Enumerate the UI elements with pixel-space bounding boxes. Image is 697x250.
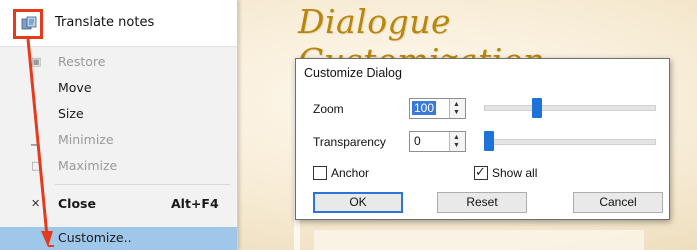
zoom-spinbox[interactable]: 100 ▲ ▼ [409,98,466,119]
menu-item-minimize[interactable]: ▁ Minimize [0,129,237,151]
menu-item-move[interactable]: Move [0,77,237,99]
menu-item-maximize[interactable]: □ Maximize [0,155,237,177]
spin-down-icon[interactable]: ▼ [453,109,460,117]
zoom-value: 100 [412,101,437,115]
zoom-slider-track[interactable] [484,105,656,111]
reset-button[interactable]: Reset [437,192,527,213]
menu-item-restore[interactable]: ▣ Restore [0,51,237,73]
transparency-spin-arrows[interactable]: ▲ ▼ [449,132,465,151]
dialog-title: Customize Dialog [304,66,402,80]
transparency-slider-thumb[interactable] [484,131,494,151]
transparency-slider-track[interactable] [484,139,656,145]
menu-item-label: Move [58,80,92,95]
menu-item-label: Customize.. [58,230,132,245]
menu-titlebar: Translate notes [0,0,237,47]
zoom-label: Zoom [313,102,344,116]
ok-button[interactable]: OK [313,192,403,213]
zoom-spin-arrows[interactable]: ▲ ▼ [449,99,465,118]
menu-item-label: Size [58,106,84,121]
zoom-slider-thumb[interactable] [532,98,542,118]
anchor-label: Anchor [331,166,370,180]
menu-item-label: Minimize [58,132,114,147]
restore-icon: ▣ [31,55,42,68]
show-all-label: Show all [492,166,538,180]
show-all-checkbox[interactable] [474,164,488,180]
transparency-label: Transparency [313,135,386,149]
customize-dialog: Customize Dialog Zoom 100 ▲ ▼ Transparen… [295,58,670,220]
maximize-icon: □ [31,159,42,172]
menu-separator [55,184,230,185]
menu-item-size[interactable]: Size [0,103,237,125]
menu-item-label: Maximize [58,158,118,173]
spin-down-icon[interactable]: ▼ [453,142,460,150]
icon-highlight-box [13,9,43,39]
minimize-icon: ▁ [31,133,40,146]
transparency-spinbox[interactable]: 0 ▲ ▼ [409,131,466,152]
cancel-button[interactable]: Cancel [573,192,663,213]
spin-up-icon[interactable]: ▲ [453,101,460,109]
menu-item-customize[interactable]: Customize.. [0,227,237,250]
menu-item-label: Restore [58,54,106,69]
anchor-checkbox[interactable] [313,166,327,180]
menu-item-label: Close [58,196,96,211]
system-menu: Translate notes ▣ Restore Move Size ▁ Mi… [0,0,238,250]
spin-up-icon[interactable]: ▲ [453,134,460,142]
menu-window-title: Translate notes [55,15,155,30]
menu-item-close[interactable]: ✕ Close Alt+F4 [0,193,237,215]
transparency-value: 0 [414,134,421,148]
menu-item-shortcut: Alt+F4 [171,196,219,211]
close-icon: ✕ [31,197,41,210]
